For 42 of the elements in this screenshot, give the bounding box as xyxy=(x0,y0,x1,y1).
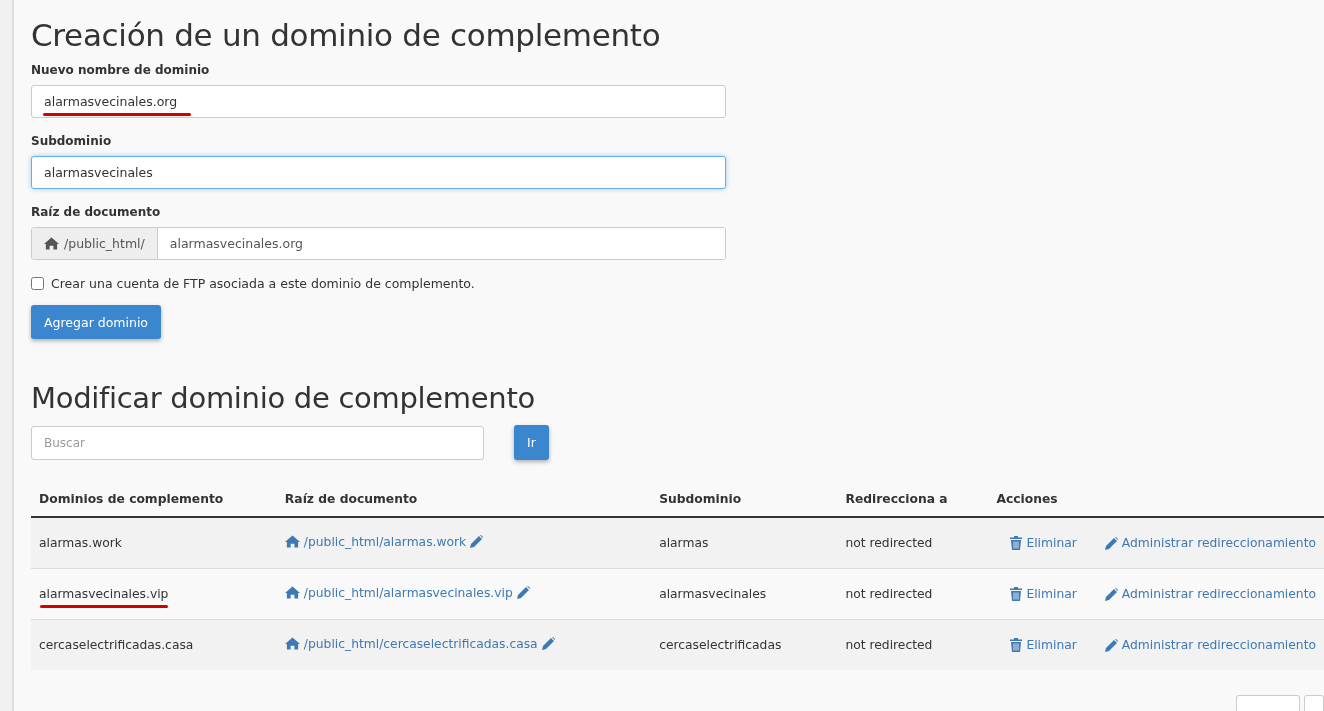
trash-icon xyxy=(1010,638,1023,652)
text-input-field[interactable]: alarmasvecinales.org xyxy=(31,85,726,118)
add-domain-button[interactable]: Agregar dominio xyxy=(31,305,162,339)
section-heading: Creación de un dominio de complemento xyxy=(31,17,662,53)
ftp-checkbox[interactable] xyxy=(31,277,44,290)
table-cell: alarmas xyxy=(651,517,838,569)
delete-link[interactable]: Eliminar xyxy=(1010,536,1077,550)
pencil-icon xyxy=(1104,587,1118,601)
pencil-icon xyxy=(1104,536,1118,550)
pencil-icon xyxy=(516,586,530,600)
section-heading: Modificar dominio de complemento xyxy=(31,381,536,415)
document-root-link[interactable]: /public_html/alarmas.work xyxy=(284,534,484,549)
path-prefix: /public_html/ xyxy=(32,228,158,259)
document-root-field[interactable]: /public_html/ alarmasvecinales.org xyxy=(31,227,726,260)
trash-icon xyxy=(1010,587,1023,601)
search-field[interactable]: Buscar xyxy=(31,425,484,460)
pencil-icon xyxy=(470,535,484,549)
field-label: Subdominio xyxy=(31,134,113,148)
trash-icon xyxy=(1010,536,1023,550)
house-icon xyxy=(44,237,59,250)
pencil-icon xyxy=(541,637,555,651)
checkbox-label: Crear una cuenta de FTP asociada a este dominio de complemento. xyxy=(51,276,475,291)
house-icon xyxy=(284,535,300,549)
table-cell: not redirected xyxy=(837,517,989,569)
domain-name: alarmasvecinales.vip xyxy=(39,587,169,601)
manage-redirect-link[interactable]: Administrar redireccionamiento xyxy=(1104,536,1316,550)
text-input-field[interactable]: alarmasvecinales xyxy=(31,156,726,189)
domain-name: cercaselectrificadas.casa xyxy=(39,638,194,652)
go-button[interactable]: Ir xyxy=(514,425,549,460)
manage-redirect-link[interactable]: Administrar redireccionamiento xyxy=(1104,638,1316,652)
field-label: Nuevo nombre de dominio xyxy=(31,63,211,77)
delete-link[interactable]: Eliminar xyxy=(1010,638,1077,652)
manage-redirect-link[interactable]: Administrar redireccionamiento xyxy=(1104,587,1316,601)
table-cell: not redirected xyxy=(837,619,989,670)
table-cell: cercaselectrificadas xyxy=(651,619,838,670)
delete-link[interactable]: Eliminar xyxy=(1010,587,1077,601)
domain-name: alarmas.work xyxy=(39,536,122,550)
field-label: Raíz de documento xyxy=(31,205,162,219)
house-icon xyxy=(284,586,300,600)
house-icon xyxy=(284,637,300,651)
pencil-icon xyxy=(1104,638,1118,652)
document-root-link[interactable]: /public_html/alarmasvecinales.vip xyxy=(284,585,530,600)
